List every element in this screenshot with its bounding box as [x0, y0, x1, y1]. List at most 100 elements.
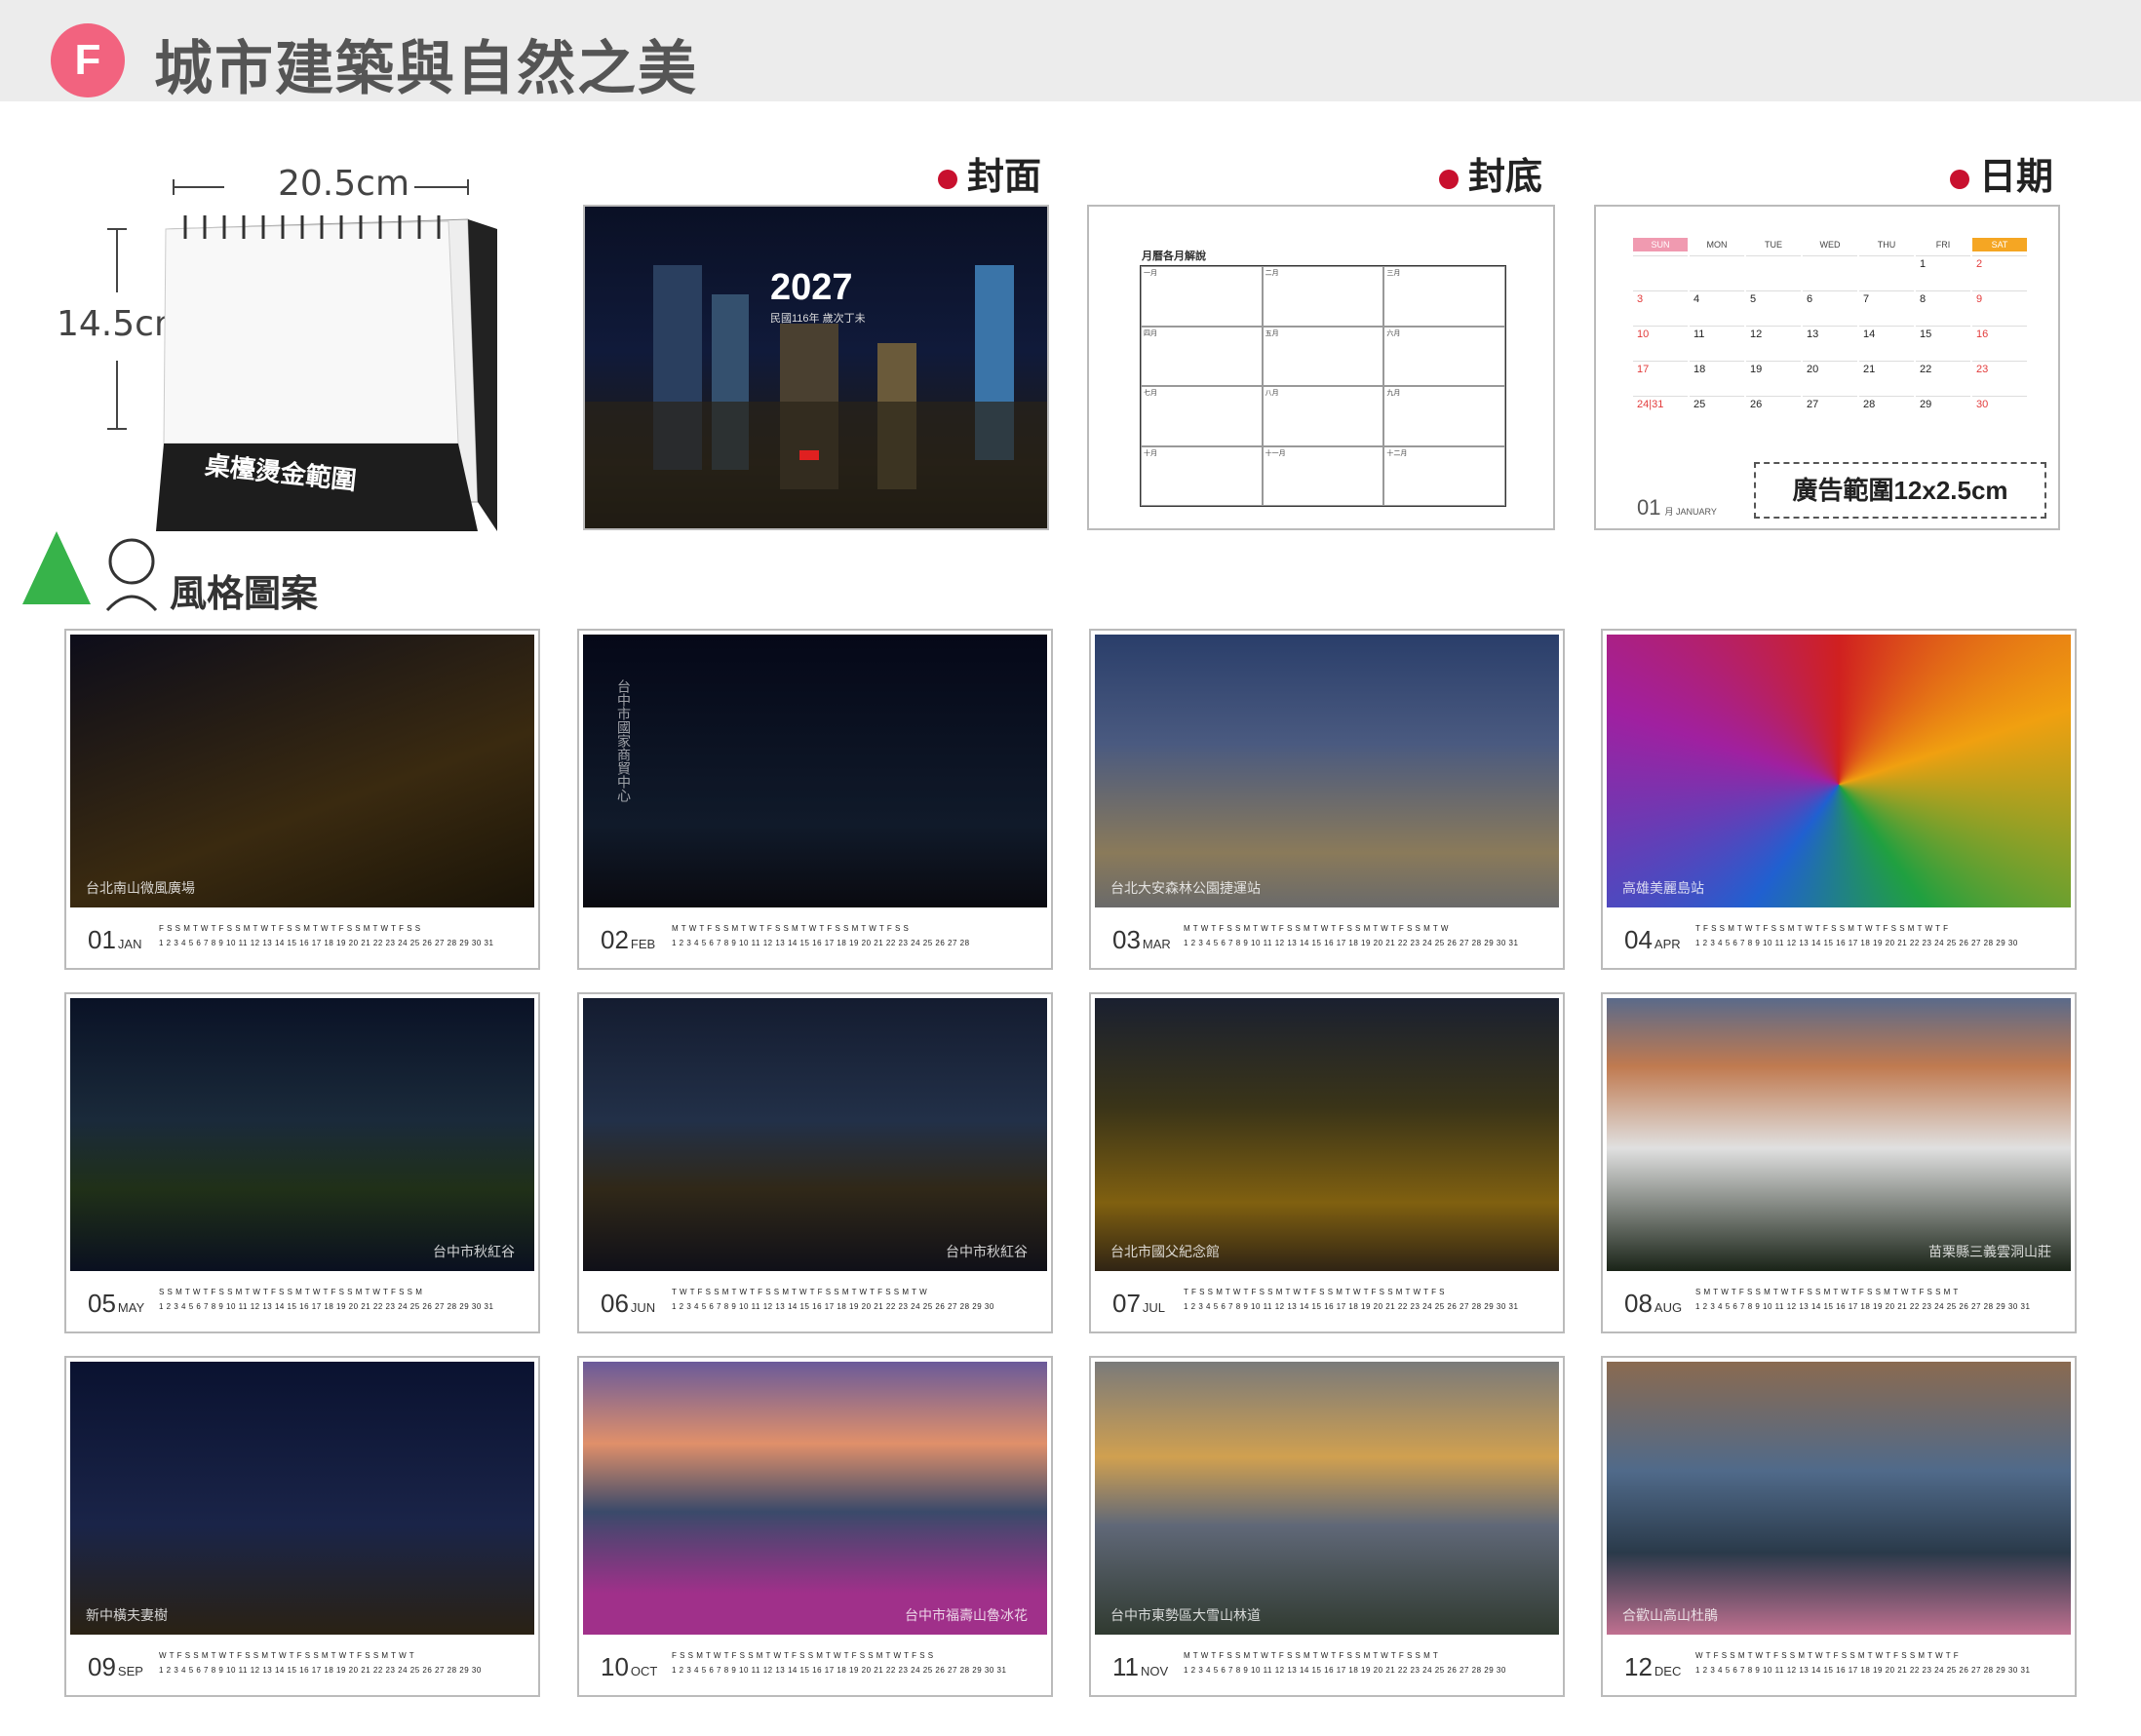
month-card-jul[interactable]: 台北市國父紀念館 07 JUL T F S S M T W T F S S M T W… — [1089, 992, 1565, 1333]
month-photo — [1607, 998, 2071, 1271]
calendar-day — [1803, 255, 1857, 289]
calendar-day: 22 — [1916, 361, 1970, 394]
cover-label: 封面 — [938, 146, 1041, 200]
month-number: 05 MAY — [88, 1289, 145, 1318]
month-card-mar[interactable]: 台北大安森林公園捷運站 03 MAR M T W T F S S M T W T F … — [1089, 629, 1565, 970]
weekday-header: WED — [1819, 240, 1841, 250]
calendar-day: 4 — [1690, 290, 1744, 324]
photo-caption: 台北大安森林公園捷運站 — [1110, 880, 1261, 896]
weekday-header: THU — [1877, 240, 1896, 250]
cover-preview[interactable]: 2027 民國116年 歲次丁未 — [583, 205, 1049, 530]
weekday-row: T F S S M T W T F S S M T W T F S S M T … — [1184, 1288, 1446, 1296]
date-row: 1 2 3 4 5 6 7 8 9 10 11 12 13 14 15 16 1… — [159, 1302, 494, 1311]
month-card-nov[interactable]: 台中市東勢區大雪山林道 11 NOV M T W T F S S M T W T F … — [1089, 1356, 1565, 1697]
month-number: 01 JAN — [88, 925, 142, 954]
date-page-preview[interactable]: SUN MON TUE WED THU FRI SAT 1 2 3 4 5 6 7 8 9 10 11 12 13 14… — [1594, 205, 2060, 530]
month-photo — [70, 1362, 534, 1635]
tree-icon — [22, 531, 91, 604]
bullet-icon — [1950, 169, 1969, 189]
series-title: 城市建築與自然之美 — [154, 36, 698, 101]
month-note-cell: 五月 — [1262, 326, 1384, 386]
month-photo — [583, 998, 1047, 1271]
month-strip: 05 MAY S S M T W T F S S M T W T F S S M T… — [66, 1271, 538, 1331]
calendar-day: 1 — [1916, 255, 1970, 289]
calendar-day: 24|31 — [1633, 396, 1688, 429]
calendar-day: 30 — [1972, 396, 2027, 429]
month-strip: 01 JAN F S S M T W T F S S M T W T F S S M… — [66, 907, 538, 968]
catalog-page: F 城市建築與自然之美 20.5cm 14.5cm 桌檯燙金範圍 封面 封底 日… — [0, 0, 2141, 1736]
calendar-day: 21 — [1859, 361, 1914, 394]
weekday-row: W T F S S M T W T F S S M T W T F S S M … — [159, 1651, 415, 1660]
month-strip: 04 APR T F S S M T W T F S S M T W T F S S… — [1603, 907, 2075, 968]
bullet-icon — [1439, 169, 1459, 189]
month-card-dec[interactable]: 合歡山高山杜鵑 12 DEC W T F S S M T W T F S S M T … — [1601, 1356, 2077, 1697]
calendar-day: 11 — [1690, 326, 1744, 359]
weekday-row: W T F S S M T W T F S S M T W T F S S M … — [1695, 1651, 1960, 1660]
calendar-day — [1859, 255, 1914, 289]
photo-caption: 台中市秋紅谷 — [946, 1244, 1028, 1259]
month-photo — [583, 635, 1047, 907]
month-card-jan[interactable]: 台北南山微風廣場 01 JAN F S S M T W T F S S M T W T… — [64, 629, 540, 970]
month-note-cell: 七月 — [1141, 386, 1263, 446]
photo-caption: 苗栗縣三義雲洞山莊 — [1928, 1244, 2051, 1259]
calendar-day: 2 — [1972, 255, 2027, 289]
calendar-day: 10 — [1633, 326, 1688, 359]
month-card-jun[interactable]: 台中市秋紅谷 06 JUN T W T F S S M T W T F S S M T… — [577, 992, 1053, 1333]
date-row: 1 2 3 4 5 6 7 8 9 10 11 12 13 14 15 16 1… — [159, 1666, 482, 1675]
month-photo — [70, 998, 534, 1271]
month-strip: 06 JUN T W T F S S M T W T F S S M T W T F… — [579, 1271, 1051, 1331]
month-note-cell: 十一月 — [1262, 445, 1384, 506]
cover-year: 2027 — [770, 267, 853, 308]
month-number: 11 NOV — [1112, 1652, 1169, 1681]
city-night-image — [585, 265, 1047, 528]
month-card-sep[interactable]: 新中橫夫妻樹 09 SEP W T F S S M T W T F S S M T W… — [64, 1356, 540, 1697]
month-note-cell: 六月 — [1383, 326, 1505, 386]
weekday-row: S S M T W T F S S M T W T F S S M T W T … — [159, 1288, 423, 1296]
month-card-apr[interactable]: 高雄美麗島站 04 APR T F S S M T W T F S S M T W T… — [1601, 629, 2077, 970]
desk-calendar-icon — [156, 215, 497, 531]
calendar-day: 17 — [1633, 361, 1688, 394]
back-cover-preview[interactable]: 月曆各月解說 一月 二月 三月 四月 五月 六月 七月 八月 九月 十月 十一月 十二月 — [1087, 205, 1555, 530]
calendar-day: 18 — [1690, 361, 1744, 394]
month-number: 03 MAR — [1112, 925, 1171, 954]
date-row: 1 2 3 4 5 6 7 8 9 10 11 12 13 14 15 16 1… — [672, 1302, 994, 1311]
photo-caption: 合歡山高山杜鵑 — [1622, 1607, 1718, 1623]
back-label: 封底 — [1439, 146, 1542, 200]
weekday-row: S M T W T F S S M T W T F S S M T W T F … — [1695, 1288, 1959, 1296]
calendar-day: 5 — [1746, 290, 1801, 324]
month-photo — [70, 635, 534, 907]
calendar-day: 26 — [1746, 396, 1801, 429]
photo-caption: 台北市國父紀念館 — [1110, 1244, 1220, 1259]
month-notes-table: 一月 二月 三月 四月 五月 六月 七月 八月 九月 十月 十一月 十二月 — [1140, 265, 1506, 507]
calendar-day — [1633, 255, 1688, 289]
month-card-feb[interactable]: 台中市國家商貿中心 02 FEB M T W T F S S M T W T F S … — [577, 629, 1053, 970]
ad-area: 廣告範圍12x2.5cm — [1754, 462, 2046, 519]
month-photo — [1095, 998, 1559, 1271]
calendar-day: 20 — [1803, 361, 1857, 394]
calendar-day: 16 — [1972, 326, 2027, 359]
weekday-header: MON — [1706, 240, 1728, 250]
date-row: 1 2 3 4 5 6 7 8 9 10 11 12 13 14 15 16 1… — [672, 1666, 1007, 1675]
calendar-day: 29 — [1916, 396, 1970, 429]
weekday-header: FRI — [1935, 240, 1951, 250]
month-photo — [1607, 635, 2071, 907]
month-card-may[interactable]: 台中市秋紅谷 05 MAY S S M T W T F S S M T W T F S… — [64, 992, 540, 1333]
calendar-day — [1746, 255, 1801, 289]
weekday-row: M T W T F S S M T W T F S S M T W T F S … — [1184, 1651, 1439, 1660]
calendar-day: 3 — [1633, 290, 1688, 324]
date-row: 1 2 3 4 5 6 7 8 9 10 11 12 13 14 15 16 1… — [1695, 1302, 2031, 1311]
month-number: 02 FEB — [601, 925, 656, 954]
month-card-oct[interactable]: 台中市福壽山魯冰花 10 OCT F S S M T W T F S S M T W … — [577, 1356, 1053, 1697]
header-bar: F 城市建築與自然之美 — [0, 0, 2141, 101]
month-number: 08 AUG — [1624, 1289, 1683, 1318]
month-card-aug[interactable]: 苗栗縣三義雲洞山莊 08 AUG S M T W T F S S M T W T F … — [1601, 992, 2077, 1333]
weekday-header: SAT — [1972, 238, 2027, 251]
width-label: 20.5cm — [278, 164, 410, 204]
month-number: 12 DEC — [1624, 1652, 1682, 1681]
month-photo — [1607, 1362, 2071, 1635]
calendar-day: 13 — [1803, 326, 1857, 359]
bullet-icon — [938, 169, 957, 189]
date-row: 1 2 3 4 5 6 7 8 9 10 11 12 13 14 15 16 1… — [1695, 939, 2018, 947]
month-photo — [1095, 1362, 1559, 1635]
date-row: 1 2 3 4 5 6 7 8 9 10 11 12 13 14 15 16 1… — [159, 939, 494, 947]
